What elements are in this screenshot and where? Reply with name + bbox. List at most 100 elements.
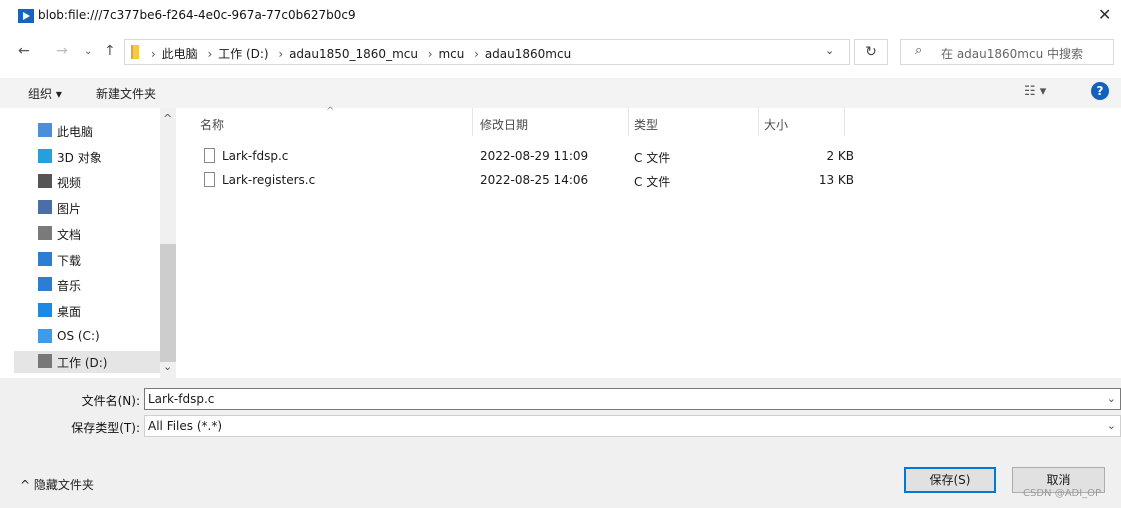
scroll-down-icon[interactable]: ⌄ — [163, 360, 172, 373]
column-header-type[interactable]: 类型 — [634, 116, 658, 133]
watermark: CSDN @ADI_OP — [1023, 488, 1102, 499]
scroll-thumb[interactable] — [160, 244, 176, 362]
file-row[interactable]: Lark-fdsp.c 2022-08-29 11:09 C 文件 2 KB — [198, 145, 858, 167]
search-input[interactable]: ⌕ 在 adau1860mcu 中搜索 — [900, 39, 1114, 65]
chevron-right-icon: › — [474, 47, 479, 61]
file-row[interactable]: Lark-registers.c 2022-08-25 14:06 C 文件 13 K… — [198, 169, 858, 191]
filetype-value: All Files (*.*) — [148, 419, 223, 433]
sidebar-item-label: 工作 (D:) — [57, 356, 108, 371]
sidebar-item[interactable]: 文档 — [38, 223, 158, 245]
filename-input[interactable]: Lark-fdsp.c ⌄ — [144, 388, 1121, 410]
search-placeholder: 在 adau1860mcu 中搜索 — [941, 47, 1083, 61]
filename-value: Lark-fdsp.c — [148, 392, 215, 406]
folder-icon — [131, 45, 139, 59]
refresh-button[interactable]: ↻ — [854, 39, 888, 65]
address-row: ← → ⌄ ↑ › 此电脑 › 工作 (D:) › adau1850_1860_… — [0, 36, 1121, 68]
chevron-down-icon[interactable]: ⌄ — [825, 44, 834, 57]
breadcrumb: › 此电脑 › 工作 (D:) › adau1850_1860_mcu › mc… — [147, 45, 573, 62]
file-type: C 文件 — [634, 151, 671, 165]
organize-button[interactable]: 组织 ▾ — [28, 85, 62, 102]
chevron-down-icon[interactable]: ⌄ — [1107, 419, 1116, 432]
nav-scrollbar[interactable]: ^ ⌄ — [160, 108, 176, 378]
chevron-right-icon: › — [151, 47, 156, 61]
crumb-this-pc[interactable]: 此电脑 — [162, 47, 198, 61]
file-icon — [204, 172, 215, 187]
new-folder-button[interactable]: 新建文件夹 — [96, 85, 156, 102]
drive-icon — [38, 354, 52, 369]
sidebar-item-label: 音乐 — [57, 279, 82, 294]
file-size: 13 KB — [818, 173, 854, 187]
filetype-select[interactable]: All Files (*.*) ⌄ — [144, 415, 1121, 437]
chevron-right-icon: › — [207, 47, 213, 61]
computer-icon — [38, 123, 52, 137]
crumb-project[interactable]: adau1850_1860_mcu — [289, 47, 418, 61]
sidebar-item[interactable]: 工作 (D:) — [14, 351, 160, 374]
sidebar-item[interactable]: 下载 — [38, 249, 158, 271]
sidebar-item-label: 图片 — [57, 202, 82, 217]
sidebar-item[interactable]: 桌面 — [38, 300, 158, 322]
hide-folders-toggle[interactable]: ^ 隐藏文件夹 — [20, 476, 94, 493]
app-icon — [18, 9, 34, 23]
sidebar-item[interactable]: 视频 — [38, 171, 158, 193]
column-divider[interactable] — [472, 108, 473, 136]
column-header-size[interactable]: 大小 — [764, 116, 788, 133]
sidebar-item-label: 桌面 — [57, 304, 82, 319]
column-divider[interactable] — [844, 108, 845, 136]
sort-ascending-icon: ^ — [326, 106, 335, 117]
title-bar: blob:file:///7c377be6-f264-4e0c-967a-77c… — [0, 0, 1121, 32]
document-icon — [38, 225, 52, 240]
filename-label: 文件名(N): — [81, 394, 140, 408]
chevron-right-icon: › — [278, 47, 284, 61]
crumb-drive-d[interactable]: 工作 (D:) — [218, 47, 268, 61]
file-size: 2 KB — [826, 149, 854, 163]
navigation-pane: 此电脑 3D 对象视频图片文档下载音乐桌面 OS (C:) 工作 (D:) — [0, 108, 160, 378]
refresh-icon: ↻ — [865, 44, 877, 60]
sidebar-item-label: 文档 — [57, 227, 82, 242]
column-header-name[interactable]: 名称 — [200, 116, 224, 133]
view-options-icon[interactable]: ☷ ▾ — [1024, 84, 1046, 99]
sidebar-item-label: 3D 对象 — [57, 150, 102, 165]
up-arrow-icon[interactable]: ↑ — [104, 43, 116, 59]
music-icon — [38, 277, 52, 292]
column-divider[interactable] — [628, 108, 629, 136]
sidebar-item[interactable]: 音乐 — [38, 274, 158, 296]
sidebar-item-label: 视频 — [57, 176, 82, 191]
file-type: C 文件 — [634, 175, 671, 189]
chevron-down-icon[interactable]: ⌄ — [1107, 392, 1116, 405]
forward-arrow-icon[interactable]: → — [56, 43, 68, 59]
column-header-date[interactable]: 修改日期 — [480, 116, 528, 133]
recent-chevron-icon[interactable]: ⌄ — [84, 46, 92, 57]
desktop-icon — [38, 302, 52, 317]
download-icon — [38, 251, 52, 266]
film-icon — [38, 174, 52, 189]
chevron-right-icon: › — [427, 47, 433, 61]
sidebar-item[interactable]: 3D 对象 — [38, 146, 158, 168]
command-bar: 组织 ▾ 新建文件夹 ☷ ▾ ? — [0, 78, 1121, 108]
sidebar-item[interactable]: 图片 — [38, 197, 158, 219]
file-list: 名称 ^ 修改日期 类型 大小 Lark-fdsp.c 2022-08-29 11… — [178, 106, 1121, 378]
file-name: Lark-registers.c — [222, 173, 316, 187]
crumb-current[interactable]: adau1860mcu — [485, 47, 571, 61]
column-divider[interactable] — [758, 108, 759, 136]
file-date: 2022-08-29 11:09 — [480, 149, 589, 163]
picture-icon — [38, 200, 52, 215]
file-icon — [204, 148, 215, 163]
sidebar-item[interactable]: OS (C:) — [38, 326, 158, 348]
file-date: 2022-08-25 14:06 — [480, 173, 589, 187]
back-arrow-icon[interactable]: ← — [18, 43, 30, 59]
sidebar-item[interactable]: 此电脑 — [38, 120, 158, 142]
os-drive-icon — [38, 328, 52, 343]
address-bar[interactable]: › 此电脑 › 工作 (D:) › adau1850_1860_mcu › mc… — [124, 39, 850, 65]
sidebar-item-label: 下载 — [57, 253, 82, 268]
save-button[interactable]: 保存(S) — [904, 467, 996, 493]
search-icon: ⌕ — [915, 43, 923, 58]
sidebar-item-label: OS (C:) — [57, 328, 100, 343]
file-name: Lark-fdsp.c — [222, 149, 289, 163]
help-icon[interactable]: ? — [1091, 82, 1109, 100]
crumb-mcu[interactable]: mcu — [438, 47, 464, 61]
sidebar-item-label: 此电脑 — [57, 125, 94, 139]
window-title: blob:file:///7c377be6-f264-4e0c-967a-77c… — [38, 8, 356, 22]
scroll-up-icon[interactable]: ^ — [163, 112, 172, 125]
cube-icon — [38, 148, 52, 163]
close-icon[interactable]: ✕ — [1098, 5, 1111, 24]
